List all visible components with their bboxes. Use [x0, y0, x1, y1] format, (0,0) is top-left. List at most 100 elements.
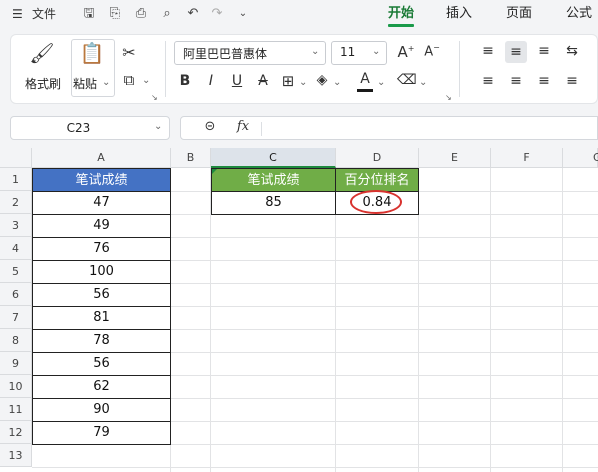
cell-a1[interactable]: 笔试成绩: [32, 168, 171, 192]
cell-a11[interactable]: 90: [32, 399, 171, 422]
copy-icon[interactable]: ⧉: [119, 71, 139, 89]
clear-format-icon[interactable]: ⌫: [397, 72, 417, 88]
format-painter-label[interactable]: 格式刷: [25, 75, 61, 92]
cell-a4[interactable]: 76: [32, 238, 171, 261]
borders-icon[interactable]: ⊞: [279, 72, 297, 90]
row-header-6[interactable]: 6: [0, 283, 32, 306]
cell-a8[interactable]: 78: [32, 330, 171, 353]
formula-input[interactable]: ⊝ fx: [180, 116, 598, 140]
cell-a10[interactable]: 62: [32, 376, 171, 399]
column-header-d[interactable]: D: [336, 148, 419, 168]
row-header-13[interactable]: 13: [0, 444, 32, 467]
tab-page[interactable]: 页面: [506, 4, 532, 24]
grow-font-button[interactable]: A+: [395, 43, 417, 61]
column-header-c[interactable]: C: [211, 148, 336, 168]
row-header-8[interactable]: 8: [0, 329, 32, 352]
chevron-down-icon[interactable]: ⌄: [234, 4, 252, 24]
clipboard-dialog-launcher-icon[interactable]: ↘: [151, 93, 158, 102]
highlight-circle-annotation: [350, 190, 402, 214]
shrink-font-button[interactable]: A−: [421, 43, 443, 59]
separator: [459, 41, 460, 97]
row-header-1[interactable]: 1: [0, 168, 32, 191]
column-header-e[interactable]: E: [419, 148, 491, 168]
row-header-5[interactable]: 5: [0, 260, 32, 283]
font-color-button[interactable]: A: [357, 71, 373, 87]
formula-bar: C23 ⌄ ⊝ fx: [0, 108, 598, 148]
cell-d1[interactable]: 百分位排名: [335, 168, 419, 192]
cell-a6[interactable]: 56: [32, 284, 171, 307]
align-left-icon[interactable]: ≡: [479, 73, 497, 89]
strikethrough-button[interactable]: A: [255, 73, 271, 89]
format-painter-icon[interactable]: 🖌: [29, 41, 55, 65]
row-header-11[interactable]: 11: [0, 398, 32, 421]
chevron-down-icon[interactable]: ⌄: [142, 75, 150, 86]
cell-a12[interactable]: 79: [32, 422, 171, 445]
cell-error-indicator: [212, 169, 217, 174]
row-header-9[interactable]: 9: [0, 352, 32, 375]
title-menu-bar: ☰ 文件 🖫 ⎘ ⎙ ⌕ ↶ ↷ ⌄ 开始 插入 页面 公式: [0, 0, 598, 28]
separator: [261, 122, 262, 136]
chevron-down-icon: ⌄: [311, 46, 320, 57]
ribbon-panel: 🖌 格式刷 📋 粘贴 ⌄ ✂ ⧉ ⌄ ↘ 阿里巴巴普惠体 ⌄ 11 ⌄ A+ A…: [10, 34, 598, 104]
font-size-value: 11: [340, 45, 356, 59]
bold-button[interactable]: B: [177, 73, 193, 89]
export-pdf-icon[interactable]: ⎘: [106, 4, 124, 24]
print-preview-icon[interactable]: ⌕: [158, 4, 176, 24]
select-all-corner[interactable]: [0, 148, 32, 168]
cell-a7[interactable]: 81: [32, 307, 171, 330]
chevron-down-icon[interactable]: ⌄: [154, 121, 162, 132]
row-header-4[interactable]: 4: [0, 237, 32, 260]
chevron-down-icon: ⌄: [372, 46, 381, 57]
row-header-2[interactable]: 2: [0, 191, 32, 214]
redo-icon[interactable]: ↷: [208, 4, 226, 24]
print-icon[interactable]: ⎙: [132, 4, 150, 24]
fill-color-icon[interactable]: ◈: [313, 72, 331, 88]
paste-icon: 📋: [79, 41, 105, 65]
font-color-swatch: [357, 89, 373, 92]
wrap-text-icon[interactable]: ⇆: [563, 43, 581, 59]
zoom-icon[interactable]: ⊝: [201, 119, 219, 134]
cell-a9[interactable]: 56: [32, 353, 171, 376]
font-dialog-launcher-icon[interactable]: ↘: [445, 93, 452, 102]
align-middle-icon[interactable]: ≡: [505, 41, 527, 63]
name-box[interactable]: C23 ⌄: [10, 116, 170, 140]
cell-c2[interactable]: 85: [211, 192, 336, 215]
align-top-icon[interactable]: ≡: [479, 43, 497, 59]
font-size-select[interactable]: 11 ⌄: [331, 41, 387, 65]
align-center-icon[interactable]: ≡: [507, 73, 525, 89]
cut-icon[interactable]: ✂: [119, 43, 139, 62]
font-name-select[interactable]: 阿里巴巴普惠体 ⌄: [174, 41, 326, 65]
save-icon[interactable]: 🖫: [80, 4, 98, 24]
tab-formula[interactable]: 公式: [566, 4, 592, 24]
chevron-down-icon[interactable]: ⌄: [333, 77, 341, 88]
column-header-b[interactable]: B: [171, 148, 211, 168]
column-header-g[interactable]: G: [563, 148, 598, 168]
row-header-10[interactable]: 10: [0, 375, 32, 398]
menu-icon[interactable]: ☰: [12, 4, 23, 24]
tab-insert[interactable]: 插入: [446, 4, 472, 24]
function-icon[interactable]: fx: [233, 119, 253, 134]
underline-button[interactable]: U: [229, 73, 245, 89]
cell-c1[interactable]: 笔试成绩: [211, 168, 336, 192]
cell-a5[interactable]: 100: [32, 261, 171, 284]
justify-icon[interactable]: ≡: [563, 73, 581, 89]
chevron-down-icon[interactable]: ⌄: [299, 77, 307, 88]
column-header-a[interactable]: A: [32, 148, 171, 168]
align-bottom-icon[interactable]: ≡: [535, 43, 553, 59]
column-header-f[interactable]: F: [491, 148, 563, 168]
row-header-12[interactable]: 12: [0, 421, 32, 444]
cell-a2[interactable]: 47: [32, 192, 171, 215]
file-menu[interactable]: 文件: [32, 4, 56, 24]
row-header-7[interactable]: 7: [0, 306, 32, 329]
tab-home[interactable]: 开始: [388, 4, 414, 24]
chevron-down-icon[interactable]: ⌄: [102, 77, 110, 88]
row-header-3[interactable]: 3: [0, 214, 32, 237]
separator: [165, 41, 166, 97]
chevron-down-icon[interactable]: ⌄: [419, 77, 427, 88]
align-right-icon[interactable]: ≡: [535, 73, 553, 89]
chevron-down-icon[interactable]: ⌄: [377, 77, 385, 88]
cell-a3[interactable]: 49: [32, 215, 171, 238]
italic-button[interactable]: I: [203, 73, 219, 89]
undo-icon[interactable]: ↶: [184, 4, 202, 24]
spreadsheet-grid[interactable]: A B C D E F G 1 2 3 4 5 6 7 8 9 10 11 12…: [0, 148, 598, 472]
